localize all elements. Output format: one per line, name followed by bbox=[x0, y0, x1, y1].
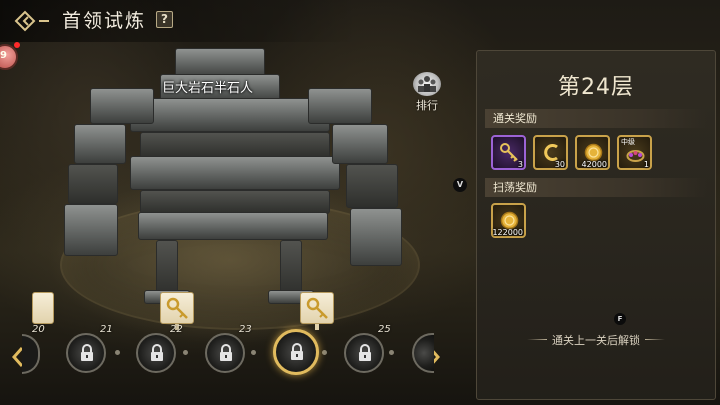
clear-rewards-list: 3 30 42000 中级 1 bbox=[491, 135, 652, 170]
reward-slot-coin[interactable]: 42000 bbox=[575, 135, 610, 170]
floor-number: 21 bbox=[100, 324, 113, 335]
key-card-stem bbox=[315, 324, 319, 330]
floor-node-22[interactable] bbox=[136, 333, 176, 373]
page-title: 首领试炼 bbox=[62, 10, 147, 32]
back-button[interactable] bbox=[12, 8, 52, 34]
floor-number: 23 bbox=[239, 324, 252, 335]
floor-node-24-selected[interactable] bbox=[273, 329, 319, 375]
reward-count: 3 bbox=[517, 160, 523, 169]
floor-number: 25 bbox=[378, 324, 391, 335]
golden-key-icon bbox=[306, 297, 328, 319]
key-reward-card bbox=[160, 292, 194, 324]
unlock-requirement-text: 通关上一关后解锁 bbox=[477, 332, 715, 348]
reward-slot-key[interactable]: 3 bbox=[491, 135, 526, 170]
floor-node-21[interactable] bbox=[66, 333, 106, 373]
clear-rewards-heading: 通关奖励 bbox=[485, 109, 707, 128]
notification-dot bbox=[14, 42, 20, 48]
reward-count: 1 bbox=[643, 160, 649, 169]
reward-count: 30 bbox=[554, 160, 565, 169]
lock-icon bbox=[81, 344, 93, 361]
v-marker: V bbox=[453, 178, 467, 192]
golden-key-icon bbox=[166, 297, 188, 319]
boss-name-label: 巨大岩石半石人 bbox=[162, 81, 254, 96]
ranking-button[interactable]: 排行 bbox=[410, 72, 444, 112]
golden-key-icon bbox=[500, 143, 518, 162]
lock-icon bbox=[151, 344, 163, 361]
path-dot bbox=[183, 350, 188, 355]
floor-number: 20 bbox=[32, 324, 45, 335]
ranking-button-label: 排行 bbox=[416, 99, 438, 112]
sweep-rewards-heading: 扫荡奖励 bbox=[485, 178, 707, 197]
f-marker: F bbox=[614, 313, 626, 325]
path-dot bbox=[322, 350, 327, 355]
top-bar: 首领试炼 ? bbox=[0, 0, 360, 42]
key-reward-card bbox=[300, 292, 334, 324]
help-button[interactable]: ? bbox=[156, 11, 173, 28]
reward-count: 42000 bbox=[581, 160, 607, 169]
floor-title: 第24层 bbox=[558, 75, 634, 100]
reward-slot-coin[interactable]: 122000 bbox=[491, 203, 526, 238]
reward-slot-gem-ring[interactable]: 中级 1 bbox=[617, 135, 652, 170]
reward-count: 122000 bbox=[492, 228, 523, 237]
reward-slot-ring[interactable]: 30 bbox=[533, 135, 568, 170]
side-event-badge-number: 9 bbox=[0, 50, 7, 61]
purple-gem-ring-icon bbox=[626, 150, 645, 162]
path-dot bbox=[115, 350, 120, 355]
floor-info-panel: 第24层 通关奖励 3 30 42000 中级 1 扫荡奖励 122000 F … bbox=[476, 50, 716, 400]
floor-number: 22 bbox=[170, 324, 183, 335]
lock-icon bbox=[291, 343, 303, 360]
back-arrow-icon bbox=[14, 10, 49, 32]
sweep-rewards-list: 122000 bbox=[491, 203, 526, 238]
floor-node-25[interactable] bbox=[344, 333, 384, 373]
ranking-podium-icon bbox=[413, 72, 441, 96]
floor-node-23[interactable] bbox=[205, 333, 245, 373]
key-reward-card bbox=[32, 292, 54, 324]
path-dot bbox=[251, 350, 256, 355]
path-dot bbox=[389, 350, 394, 355]
lock-icon bbox=[220, 344, 232, 361]
lock-icon bbox=[359, 344, 371, 361]
